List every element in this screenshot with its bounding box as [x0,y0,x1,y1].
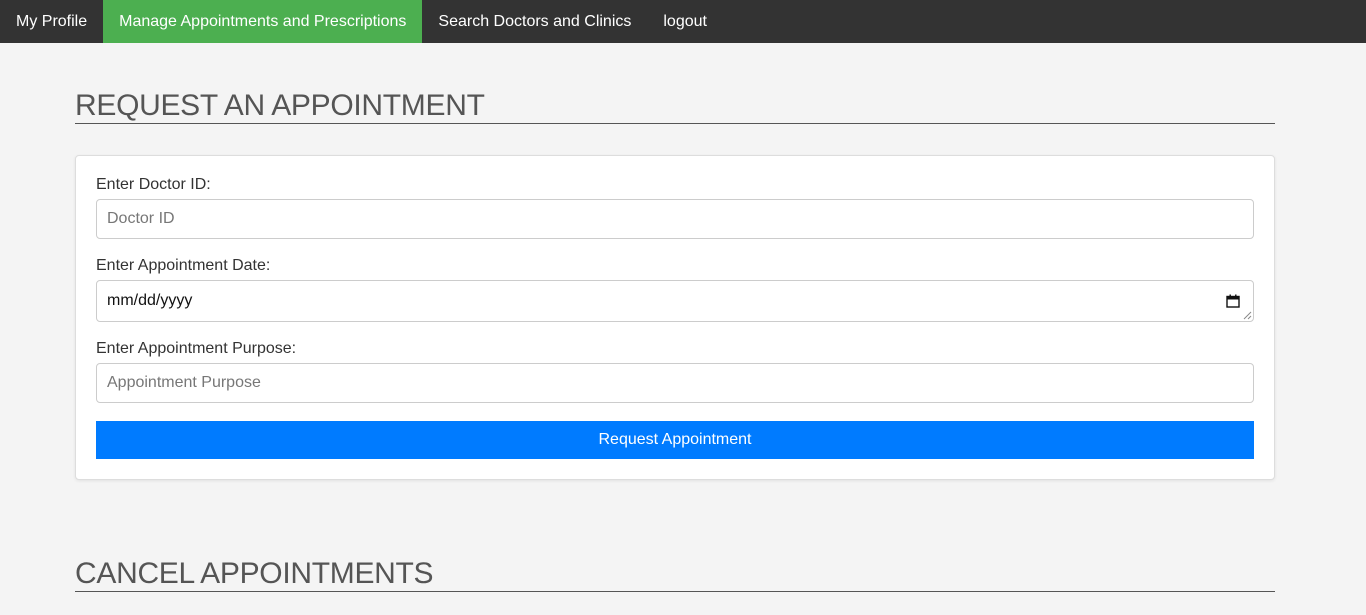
nav-logout[interactable]: logout [647,0,723,43]
doctor-id-input[interactable] [96,199,1254,239]
request-appointment-form: Enter Doctor ID: Enter Appointment Date:… [75,155,1275,480]
doctor-id-label: Enter Doctor ID: [96,176,211,193]
appointment-purpose-label: Enter Appointment Purpose: [96,340,297,357]
nav-search-doctors[interactable]: Search Doctors and Clinics [422,0,647,43]
appointment-date-input[interactable]: mm/dd/yyyy [96,280,1254,322]
calendar-icon[interactable] [1226,294,1240,308]
date-placeholder-text: mm/dd/yyyy [107,292,193,309]
cancel-appointments-title: CANCEL APPOINTMENTS [75,557,1275,592]
request-appointment-title: REQUEST AN APPOINTMENT [75,89,1275,124]
resize-grip-icon[interactable] [1243,311,1252,320]
request-appointment-button[interactable]: Request Appointment [96,421,1254,459]
nav-my-profile[interactable]: My Profile [0,0,103,43]
appointment-date-label: Enter Appointment Date: [96,257,271,274]
appointment-purpose-input[interactable] [96,363,1254,403]
top-navbar: My Profile Manage Appointments and Presc… [0,0,1366,43]
nav-manage-appointments[interactable]: Manage Appointments and Prescriptions [103,0,423,43]
